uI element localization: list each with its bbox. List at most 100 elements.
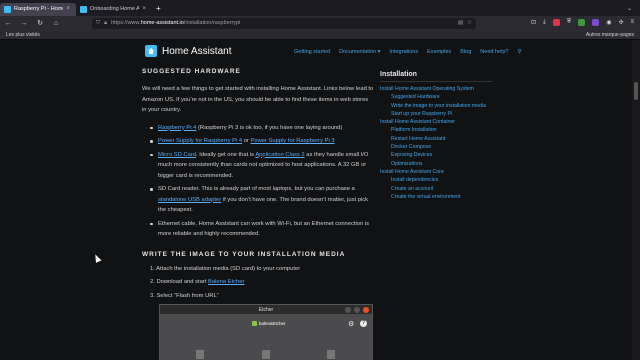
steps-list: 1. Attach the installation media (SD car…	[150, 263, 374, 304]
power-supply-pi3-link[interactable]: Power Supply for Raspberry Pi 3	[250, 138, 334, 144]
step-item: 3. Select “Flash from URL”	[150, 292, 219, 299]
flash-source-icon	[196, 350, 204, 359]
home-assistant-logo-icon[interactable]	[145, 45, 157, 57]
sidebar-item-dependencies[interactable]: Install dependencies	[380, 176, 492, 184]
list-item: Power Supply for Raspberry Pi 4 or Power…	[150, 136, 374, 147]
nav-examples[interactable]: Examples	[427, 49, 451, 55]
tab-bar: Raspberry Pi - Home Assistant × Onboardi…	[0, 0, 640, 16]
help-icon: ?	[360, 320, 367, 327]
back-icon[interactable]: ←	[4, 20, 12, 27]
nav-blog[interactable]: Blog	[460, 49, 471, 55]
site-brand[interactable]: Home Assistant	[162, 46, 231, 57]
micro-sd-card-link[interactable]: Micro SD Card	[158, 152, 196, 158]
close-tab-icon[interactable]: ×	[66, 6, 70, 12]
bookmark-other[interactable]: Autres marque-pages	[586, 32, 634, 38]
sidebar-item-start-pi[interactable]: Start up your Raspberry Pi	[380, 110, 492, 118]
bookmarks-bar: Les plus visités Autres marque-pages	[0, 30, 640, 40]
flash-bolt-icon	[327, 350, 335, 359]
menu-icon[interactable]: ≡	[630, 19, 634, 26]
navigation-toolbar: ← → ↻ ⌂ ⛉ 🔒︎ https://www.home-assistant.…	[0, 16, 640, 30]
list-item: SD Card reader. This is already part of …	[150, 184, 374, 216]
etcher-body: balenaEtcher ⚙ ?	[160, 314, 372, 360]
url-text: https://www.home-assistant.io/installati…	[111, 20, 241, 26]
list-item: Ethernet cable. Home Assistant can work …	[150, 219, 374, 240]
tab-list-chevron-icon[interactable]: ⌄	[627, 5, 632, 12]
list-item: Micro SD Card. Ideally get one that is A…	[150, 150, 374, 182]
tab-raspberry-pi[interactable]: Raspberry Pi - Home Assistant ×	[0, 2, 76, 16]
home-icon[interactable]: ⌂	[52, 20, 60, 27]
site-nav: Getting started Documentation ▾ Integrat…	[294, 49, 521, 55]
shield-extension-icon[interactable]: ⛨	[567, 19, 572, 26]
forward-icon[interactable]: →	[20, 20, 28, 27]
hardware-heading: SUGGESTED HARDWARE	[142, 68, 241, 75]
maximize-icon	[354, 306, 360, 313]
sidebar-item-os[interactable]: Install Home Assistant Operating System	[380, 85, 492, 93]
close-tab-icon[interactable]: ×	[142, 6, 146, 12]
downloads-icon[interactable]: ⤓	[543, 19, 546, 26]
nav-need-help[interactable]: Need help?	[480, 49, 508, 55]
nav-documentation[interactable]: Documentation ▾	[339, 49, 380, 55]
etcher-titlebar: Etcher	[160, 305, 372, 314]
intro-paragraph: We will need a few things to get started…	[142, 86, 374, 113]
home-assistant-favicon-icon	[80, 5, 87, 13]
select-target-icon	[262, 350, 270, 359]
list-item: Raspberry Pi 4 (Raspberry Pi 3 is ok too…	[150, 123, 374, 134]
sidebar-item-optimizations[interactable]: Optimizations	[380, 160, 492, 168]
site-header[interactable]: Home Assistant	[145, 45, 231, 57]
bookmark-star-icon[interactable]: ☆	[467, 20, 472, 26]
new-tab-icon[interactable]: +	[156, 4, 161, 13]
minimize-icon	[345, 306, 351, 313]
balena-etcher-link[interactable]: Balena Etcher	[208, 279, 244, 285]
installation-sidebar: Installation Install Home Assistant Oper…	[380, 71, 492, 201]
search-icon[interactable]: ⚲	[517, 49, 521, 55]
sidebar-item-virtual-env[interactable]: Create the virtual environment	[380, 193, 492, 201]
bookmark-most-visited[interactable]: Les plus visités	[6, 32, 40, 38]
sidebar-item-suggested-hardware[interactable]: Suggested Hardware	[380, 93, 492, 101]
sidebar-item-platform[interactable]: Platform Installation	[380, 126, 492, 134]
shield-icon[interactable]: ⛉	[96, 20, 100, 27]
step-item: 2. Download and start Balena Etcher	[150, 279, 245, 285]
tab-title: Onboarding Home Assistant	[90, 6, 140, 12]
tab-onboarding[interactable]: Onboarding Home Assistant ×	[76, 3, 152, 16]
sidebar-item-docker-compose[interactable]: Docker Compose	[380, 143, 492, 151]
extension-red-icon[interactable]	[552, 19, 560, 26]
home-assistant-favicon-icon	[4, 5, 11, 13]
usb-adapter-link[interactable]: standalone USB adapter	[158, 197, 221, 203]
write-image-heading: WRITE THE IMAGE TO YOUR INSTALLATION MED…	[142, 250, 346, 258]
sidebar-item-restart[interactable]: Restart Home Assistant	[380, 135, 492, 143]
address-bar[interactable]: ⛉ 🔒︎ https://www.home-assistant.io/insta…	[92, 17, 476, 29]
nav-integrations[interactable]: Integrations	[389, 49, 418, 55]
puzzle-extensions-icon[interactable]: ✣	[618, 19, 623, 26]
nav-getting-started[interactable]: Getting started	[294, 49, 330, 55]
extension-purple-icon[interactable]	[592, 19, 600, 26]
article: SUGGESTED HARDWARE We will need a few th…	[142, 66, 374, 303]
etcher-window-title: Etcher	[258, 306, 274, 313]
hardware-list: Raspberry Pi 4 (Raspberry Pi 3 is ok too…	[150, 123, 374, 240]
sidebar-title: Installation	[380, 71, 492, 82]
reload-icon[interactable]: ↻	[36, 19, 44, 27]
account-icon[interactable]: ◉	[606, 19, 611, 26]
sidebar-item-create-account[interactable]: Create an account	[380, 185, 492, 193]
lock-icon[interactable]: 🔒︎	[104, 20, 107, 27]
extension-green-icon[interactable]	[578, 19, 586, 26]
power-supply-pi4-link[interactable]: Power Supply for Raspberry Pi 4	[158, 138, 242, 144]
close-icon	[363, 306, 369, 313]
etcher-screenshot: Etcher balenaEtcher ⚙ ?	[159, 304, 373, 360]
step-item: 1. Attach the installation media (SD car…	[150, 265, 301, 272]
sidebar-item-exposing-devices[interactable]: Exposing Devices	[380, 151, 492, 159]
balena-cube-icon	[252, 321, 257, 326]
extension-toolbar: ⊡ ⤓ ⛨ ◉ ✣ ≡	[531, 19, 634, 26]
sidebar-item-write-image[interactable]: Write the image to your installation med…	[380, 102, 492, 110]
etcher-logo: balenaEtcher	[252, 321, 286, 326]
page-scrollbar[interactable]	[632, 40, 640, 360]
sidebar-item-container[interactable]: Install Home Assistant Container	[380, 118, 492, 126]
application-class-2-link[interactable]: Application Class 2	[255, 152, 304, 158]
tab-title: Raspberry Pi - Home Assistant	[14, 6, 63, 12]
scrollbar-thumb[interactable]	[634, 82, 638, 100]
gear-icon: ⚙	[348, 321, 355, 328]
raspberry-pi-4-link[interactable]: Raspberry Pi 4	[158, 125, 196, 131]
window-controls	[345, 306, 369, 313]
sidebar-item-core[interactable]: Install Home Assistant Core	[380, 168, 492, 176]
reader-view-icon[interactable]: ▤	[458, 20, 463, 26]
pocket-icon[interactable]: ⊡	[531, 19, 536, 26]
